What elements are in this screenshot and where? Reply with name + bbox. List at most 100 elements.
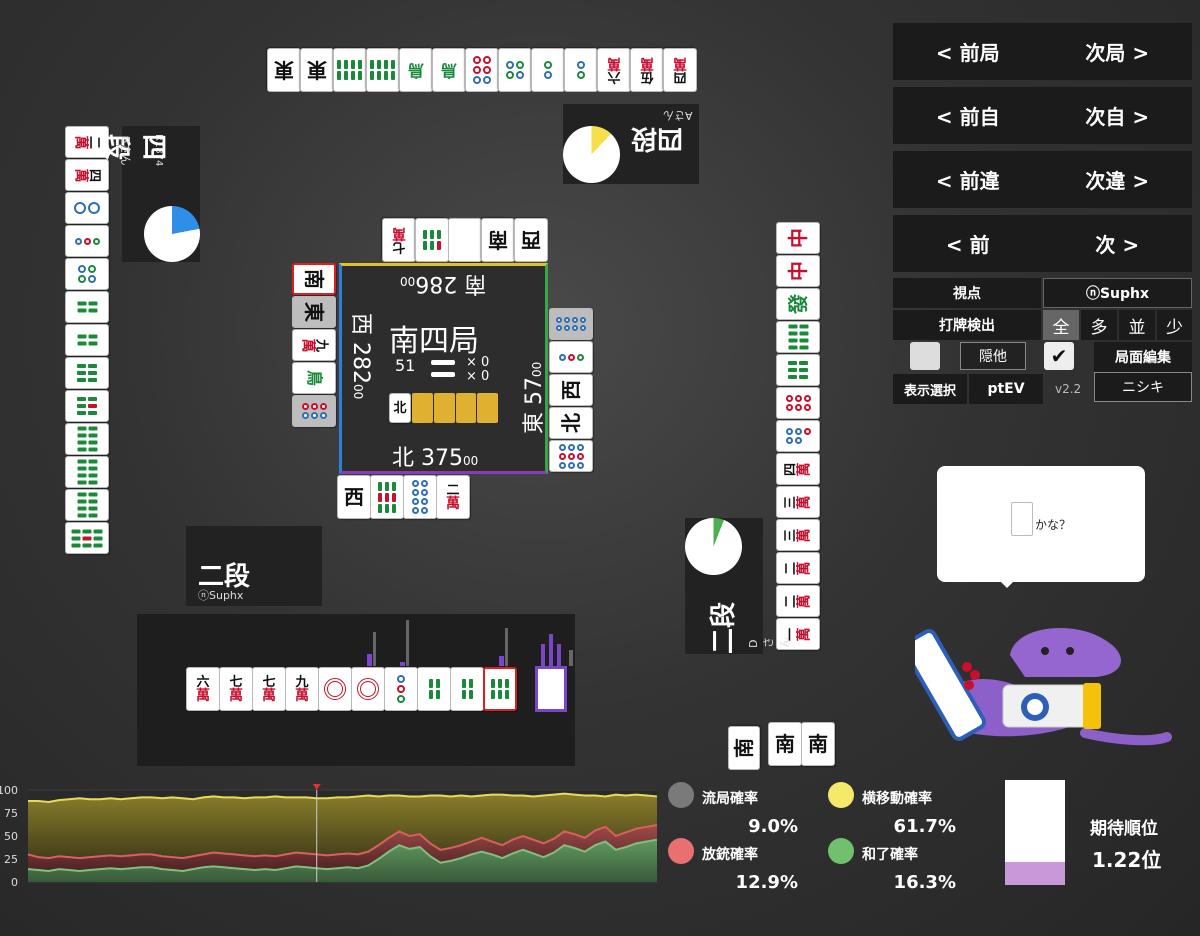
east-score: 57 [522,376,547,405]
tile-pin-3[interactable] [384,667,418,711]
north-seat-score: 北 37500 [392,440,478,472]
tile-pin-5 [776,420,820,452]
hide-others-checkbox[interactable] [910,342,940,370]
right-player-panel: 二段 Dさん [685,518,791,654]
move-prob-value: 61.7% [893,816,956,837]
tile-pin-9 [549,440,593,472]
y-tick-label: 25 [4,853,18,866]
right-player-rank: 二段 [709,601,739,654]
eval-bar [367,654,372,666]
tile-pin-4 [65,258,109,290]
tile-sou-5 [65,390,109,422]
check-icon: ✔ [1050,344,1068,368]
west-score: 282 [348,342,373,385]
viewpoint-select[interactable]: ⓝSuphx [1043,278,1192,308]
tile-man-4: 四萬 [663,48,697,92]
next-diff-button[interactable]: 次違 > [1043,151,1193,208]
draw-dot-icon [668,782,694,808]
tile-sou-1: 鳥 [292,362,336,394]
drawn-tile-slot[interactable] [535,666,567,712]
tile-south: 南 [292,263,336,295]
tile-south: 南 [728,726,760,770]
tile-man-4: 四萬 [776,453,820,485]
tile-man-9: 九萬 [292,329,336,361]
tile-white-dragon [448,218,482,262]
tile-sou-4[interactable] [450,667,484,711]
tile-sou-8 [65,456,109,488]
tile-sou-6 [65,357,109,389]
tile-man-5: 伍萬 [630,48,664,92]
tile-sou-7 [415,218,449,262]
filter-many-button[interactable]: 多 [1081,310,1117,340]
tile-man-6[interactable]: 六萬 [186,667,220,711]
tile-sou-1: 鳥 [432,48,466,92]
self-meld-pon: 南 南 南 [728,722,840,770]
dead-wall-tiles [412,393,498,423]
next-step-button[interactable]: 次 > [1043,215,1193,272]
score-suffix: 00 [463,454,479,468]
y-tick-label: 100 [0,784,18,797]
tile-sou-4 [65,291,109,323]
board-edit-label[interactable]: 局面編集 [1094,342,1192,372]
next-self-button[interactable]: 次自 > [1043,87,1193,144]
tile-pin-2 [564,48,598,92]
tile-pin-1[interactable] [351,667,385,711]
prev-self-button[interactable]: < 前自 [893,87,1043,144]
nishiki-select[interactable]: ニシキ [1094,372,1192,402]
filter-avg-button[interactable]: 並 [1119,310,1155,340]
tile-sou-9 [370,475,404,519]
pt-ev-select[interactable]: ptEV [969,374,1043,404]
tile-man-9[interactable]: 九萬 [285,667,319,711]
hide-others-label[interactable]: 隠他 [960,342,1026,370]
position-marker-icon[interactable] [312,784,321,790]
top-player-rank: 四段 [631,123,684,153]
nav-row-round: < 前局 次局 > [893,23,1192,80]
top-player-pie [563,126,620,183]
self-player-panel: 二段 ⓝSuphx [186,526,322,606]
prev-round-button[interactable]: < 前局 [893,23,1043,80]
tile-man-7[interactable]: 七萬 [252,667,286,711]
tile-man-2: 二萬 [436,475,470,519]
riichi-stick-icon [431,360,455,365]
tile-sou-4[interactable] [417,667,451,711]
filter-all-button[interactable]: 全 [1043,310,1079,340]
self-hand-area: 六萬七萬七萬九萬 [137,614,575,766]
west-seat-score: 西 28200 [347,313,379,443]
next-round-button[interactable]: 次局 > [1043,23,1193,80]
expected-rank-label: 期待順位 [1090,819,1158,839]
score-suffix: 00 [351,384,365,400]
tile-man-7[interactable]: 七萬 [219,667,253,711]
tile-sou-6[interactable] [483,667,517,711]
tile-man-2: 二萬 [776,552,820,584]
y-tick-label: 0 [11,876,18,889]
tile-pin-2 [531,48,565,92]
filter-few-button[interactable]: 少 [1157,310,1192,340]
eval-bar [541,644,545,666]
tile-west: 西 [337,475,371,519]
tile-sou-6 [776,354,820,386]
speech-bubble: かな？ [937,466,1145,588]
discard-detect-label: 打牌検出 [893,310,1041,340]
top-player-panel: 四段 Aさん [563,104,699,184]
prev-diff-button[interactable]: < 前違 [893,151,1043,208]
eval-bar [400,662,405,666]
self-center-discards: 西 二萬 [337,475,471,520]
board-edit-checkbox[interactable]: ✔ [1044,342,1074,370]
tile-pin-1[interactable] [318,667,352,711]
prev-step-button[interactable]: < 前 [893,215,1043,272]
tile-sou-1: 鳥 [399,48,433,92]
draw-prob-label: 流局確率 [702,791,758,807]
deal-in-prob-value: 12.9% [735,872,798,893]
eval-bar [557,644,561,666]
tile-man-3: 三萬 [776,486,820,518]
win-prob-label: 和了確率 [862,847,918,863]
eval-bar [373,632,376,666]
round-info-box: 南 28600 西 28200 東 5700 北 37500 南四局 51 × … [339,263,548,474]
tile-pin-3 [549,341,593,373]
dora-indicator-tile: 北 [389,393,411,423]
left-player-name: Bさん [119,136,132,166]
south-score: 286 [415,271,458,296]
tile-pin-8 [549,308,593,340]
tile-man-2: 二萬 [776,585,820,617]
version-label: v2.2 [1055,382,1082,396]
